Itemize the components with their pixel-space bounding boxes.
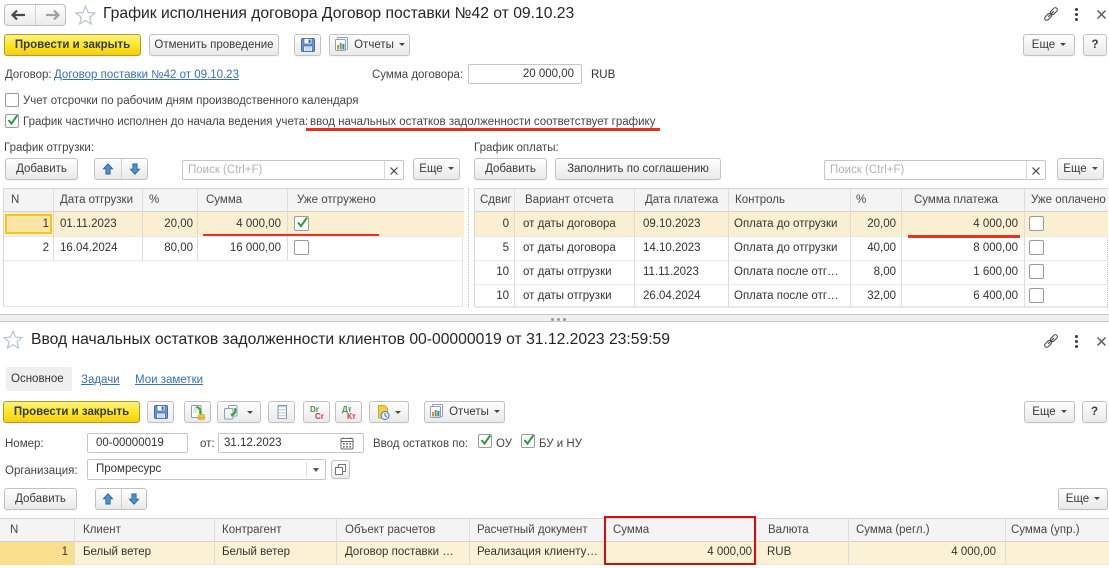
- svg-text:Cr: Cr: [315, 412, 324, 421]
- svg-text:Кт: Кт: [347, 412, 356, 421]
